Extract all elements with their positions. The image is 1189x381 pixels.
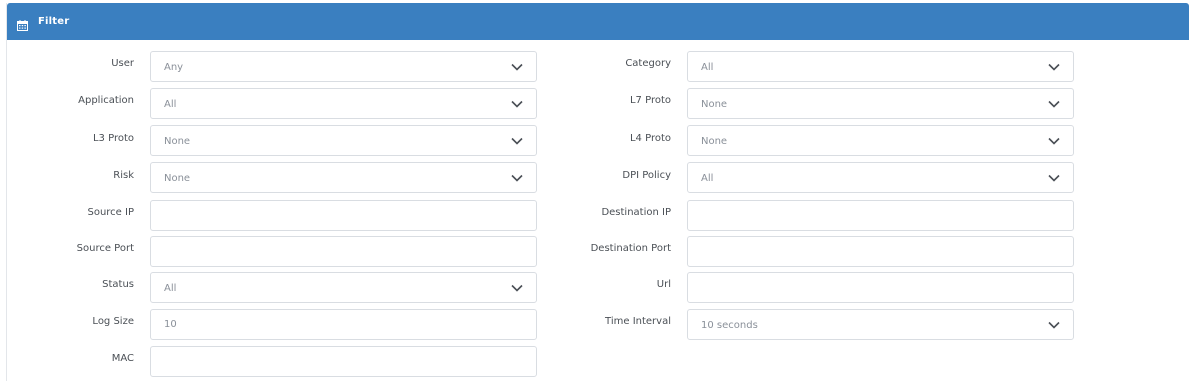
l7-proto-label: L7 Proto <box>629 95 671 106</box>
url-label: Url <box>656 279 671 290</box>
destination-ip-label: Destination IP <box>601 207 671 218</box>
chevron-down-icon <box>1048 321 1060 329</box>
source-ip-input[interactable] <box>150 200 537 231</box>
log-size-input[interactable] <box>150 309 537 340</box>
l3-proto-select-value: None <box>164 136 191 147</box>
source-ip-label: Source IP <box>87 207 134 218</box>
risk-select[interactable]: None <box>150 162 537 193</box>
chevron-down-icon <box>1048 174 1060 182</box>
risk-label: Risk <box>113 170 134 181</box>
category-select[interactable]: All <box>687 51 1074 82</box>
source-port-label: Source Port <box>76 243 134 254</box>
dpi-policy-select-value: All <box>701 173 714 184</box>
log-size-label: Log Size <box>92 316 134 327</box>
status-select-value: All <box>164 283 177 294</box>
category-label: Category <box>625 58 671 69</box>
time-interval-label: Time Interval <box>605 316 671 327</box>
calendar-icon <box>17 16 28 31</box>
category-select-value: All <box>701 62 714 73</box>
dpi-policy-label: DPI Policy <box>622 170 671 181</box>
time-interval-select[interactable]: 10 seconds <box>687 309 1074 340</box>
application-select-value: All <box>164 99 177 110</box>
chevron-down-icon <box>511 174 523 182</box>
user-label: User <box>111 58 134 69</box>
chevron-down-icon <box>511 100 523 108</box>
l4-proto-select-value: None <box>701 136 728 147</box>
l3-proto-label: L3 Proto <box>92 133 134 144</box>
l4-proto-select[interactable]: None <box>687 125 1074 156</box>
chevron-down-icon <box>511 284 523 292</box>
chevron-down-icon <box>511 63 523 71</box>
destination-port-input[interactable] <box>687 236 1074 267</box>
mac-label: MAC <box>111 353 134 364</box>
status-select[interactable]: All <box>150 272 537 303</box>
chevron-down-icon <box>511 137 523 145</box>
dpi-policy-select[interactable]: All <box>687 162 1074 193</box>
application-label: Application <box>78 95 134 106</box>
l7-proto-select[interactable]: None <box>687 88 1074 119</box>
l3-proto-select[interactable]: None <box>150 125 537 156</box>
time-interval-select-value: 10 seconds <box>701 320 758 331</box>
mac-input[interactable] <box>150 346 537 377</box>
url-input[interactable] <box>687 272 1074 303</box>
destination-port-label: Destination Port <box>590 243 671 254</box>
chevron-down-icon <box>1048 100 1060 108</box>
user-select[interactable]: Any <box>150 51 537 82</box>
l4-proto-label: L4 Proto <box>629 133 671 144</box>
destination-ip-input[interactable] <box>687 200 1074 231</box>
l7-proto-select-value: None <box>701 99 728 110</box>
risk-select-value: None <box>164 173 191 184</box>
filter-panel-header: Filter <box>7 3 1189 40</box>
status-label: Status <box>102 279 134 290</box>
source-port-input[interactable] <box>150 236 537 267</box>
user-select-value: Any <box>164 62 184 73</box>
chevron-down-icon <box>1048 63 1060 71</box>
panel-title: Filter <box>38 16 70 27</box>
application-select[interactable]: All <box>150 88 537 119</box>
chevron-down-icon <box>1048 137 1060 145</box>
